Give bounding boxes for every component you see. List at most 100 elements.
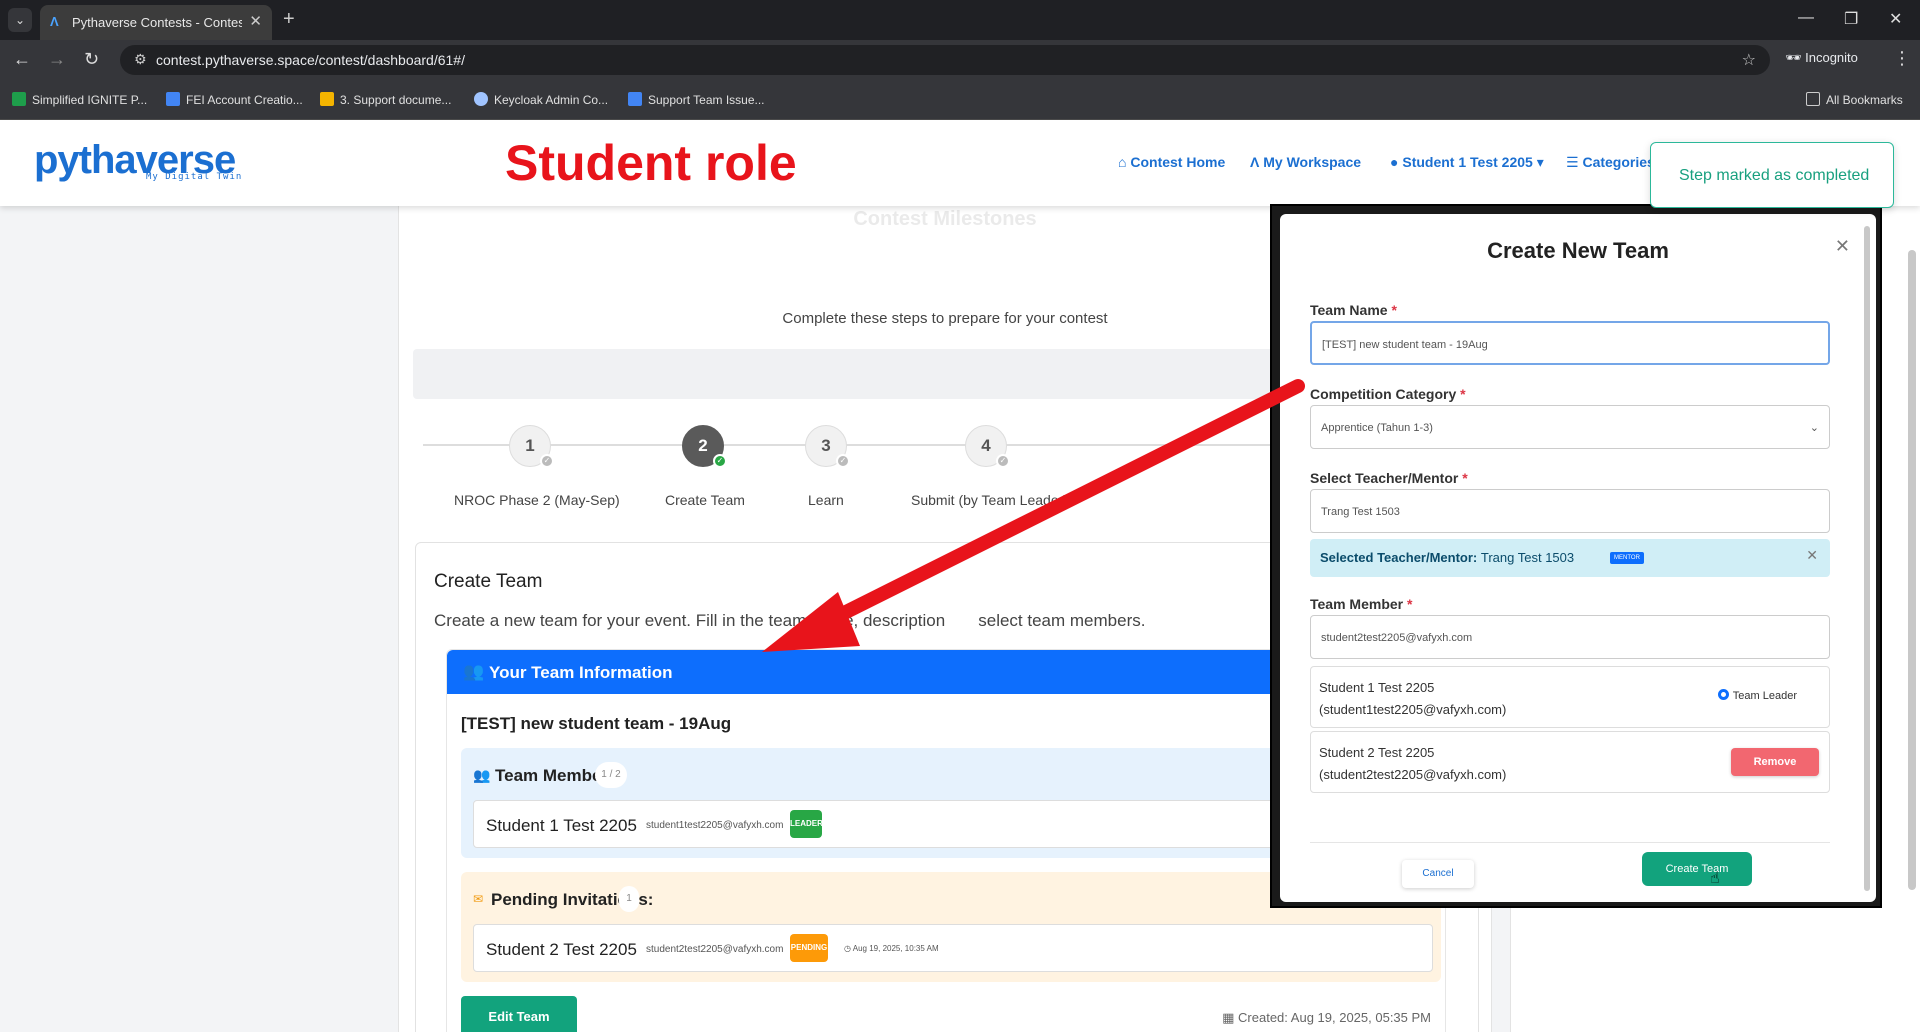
category-select[interactable]: Apprentice (Tahun 1-3) ⌄ (1310, 405, 1830, 449)
pending-count: 1 (619, 886, 639, 912)
site-header: pythaverse My Digital Twin Student role … (0, 120, 1920, 206)
cancel-button[interactable]: Cancel (1402, 860, 1474, 888)
pending-email: student2test2205@vafyxh.com (646, 944, 784, 955)
home-icon: ⌂ (1118, 154, 1127, 170)
incognito-indicator[interactable]: 🕶 Incognito (1785, 50, 1858, 66)
created-date: ▦ Created: Aug 19, 2025, 05:35 PM (1222, 1010, 1431, 1025)
mentor-input[interactable]: Trang Test 1503 (1310, 489, 1830, 533)
check-icon: ✓ (836, 454, 850, 468)
toast-text: Step marked as completed (1679, 167, 1870, 184)
nav-contest-home[interactable]: ⌂ Contest Home (1118, 154, 1225, 170)
nav-my-workspace[interactable]: Λ My Workspace (1250, 154, 1361, 170)
all-bookmarks[interactable]: All Bookmarks (1806, 92, 1903, 107)
step-3[interactable]: 3 ✓ (805, 425, 850, 468)
modal-member-row: Student 2 Test 2205 (student2test2205@vaf… (1310, 731, 1830, 793)
selected-mentor-text: Selected Teacher/Mentor: Trang Test 1503 (1320, 550, 1575, 565)
create-team-description: Create a new team for your event. Fill i… (434, 611, 1146, 630)
create-team-title: Create Team (434, 571, 543, 592)
new-tab-icon[interactable]: + (283, 8, 295, 30)
pending-row: Student 2 Test 2205 student2test2205@vaf… (473, 924, 1433, 972)
create-team-modal: Create New Team ✕ Team Name * [TEST] new… (1280, 214, 1876, 902)
tab-strip: ⌄ Λ Pythaverse Contests - Contest D ✕ + … (0, 0, 1920, 40)
nav-categories[interactable]: ☰ Categories (1566, 154, 1655, 171)
toast-notification: Step marked as completed (1650, 142, 1894, 208)
page-scrollbar[interactable] (1908, 250, 1916, 890)
step-label: Create Team (665, 492, 745, 508)
bookmark-item[interactable]: Simplified IGNITE P... (12, 92, 147, 107)
chevron-down-icon: ⌄ (1809, 422, 1819, 434)
step-2[interactable]: 2 ✓ (682, 425, 727, 468)
bookmark-item[interactable]: Keycloak Admin Co... (474, 92, 608, 107)
step-1[interactable]: 1 ✓ (509, 425, 554, 468)
forward-icon[interactable]: → (48, 49, 66, 70)
address-bar[interactable]: ⚙ contest.pythaverse.space/contest/dashb… (120, 45, 1770, 75)
remove-member-button[interactable]: Remove (1731, 748, 1819, 776)
pending-badge: PENDING (790, 934, 828, 962)
leader-badge: LEADER (790, 810, 823, 838)
calendar-icon: ▦ (1222, 1010, 1235, 1025)
workspace-icon: Λ (1250, 154, 1260, 170)
back-icon[interactable]: ← (13, 49, 31, 70)
bookmark-item[interactable]: FEI Account Creatio... (166, 92, 303, 107)
close-window-icon[interactable]: ✕ (1889, 9, 1902, 29)
docs-icon (166, 92, 180, 106)
close-icon[interactable]: ✕ (1835, 236, 1850, 257)
pending-name: Student 2 Test 2205 (486, 940, 637, 959)
caret-down-icon: ▾ (1536, 154, 1544, 170)
modal-footer-divider (1310, 842, 1830, 843)
bookmark-item[interactable]: Support Team Issue... (628, 92, 765, 107)
radio-selected-icon (1717, 689, 1729, 700)
step-4[interactable]: 4 ✓ (965, 425, 1010, 468)
tab-title: Pythaverse Contests - Contest D (72, 15, 242, 30)
bookmark-item[interactable]: 3. Support docume... (320, 92, 451, 107)
favicon-icon: Λ (50, 14, 59, 29)
list-icon: ☰ (1566, 154, 1579, 170)
envelope-icon: ✉ (473, 892, 484, 906)
pointer-cursor-icon: ☝ (1710, 870, 1720, 887)
sheets-icon (12, 92, 26, 106)
incognito-label: Incognito (1805, 50, 1858, 65)
browser-toolbar: ← → ↻ ⚙ contest.pythaverse.space/contest… (0, 40, 1920, 80)
users-icon: 👥 (463, 662, 485, 681)
members-count: 1 / 2 (595, 762, 627, 788)
modal-scrollbar[interactable] (1864, 226, 1870, 891)
clock-icon: ◷ (844, 944, 851, 953)
edit-team-button[interactable]: Edit Team (461, 996, 577, 1032)
bookmarks-bar: Simplified IGNITE P... FEI Account Creat… (0, 80, 1920, 120)
url-text: contest.pythaverse.space/contest/dashboa… (156, 52, 465, 68)
pending-date: ◷ Aug 19, 2025, 10:35 AM (844, 944, 939, 953)
modal-title: Create New Team (1487, 238, 1669, 263)
step-label: Submit (by Team Leader) (911, 492, 1068, 508)
folder-icon (1806, 92, 1820, 106)
modal-screenshot: Create New Team ✕ Team Name * [TEST] new… (1270, 204, 1882, 908)
team-name-input[interactable]: [TEST] new student team - 19Aug (1310, 321, 1830, 365)
member-name: Student 1 Test 2205 (486, 816, 637, 835)
create-team-button[interactable]: Create Team (1642, 852, 1752, 886)
restore-icon[interactable]: ❐ (1844, 9, 1858, 29)
annotation-title: Student role (505, 135, 797, 191)
team-member-label: Team Member * (1310, 596, 1413, 612)
users-icon: 👥 (473, 767, 491, 783)
page: pythaverse My Digital Twin Student role … (0, 120, 1920, 1032)
category-label: Competition Category * (1310, 386, 1466, 402)
clear-mentor-icon[interactable]: ✕ (1806, 547, 1818, 564)
close-tab-icon[interactable]: ✕ (249, 12, 262, 30)
nav-user-menu[interactable]: ● Student 1 Test 2205 ▾ (1390, 154, 1544, 171)
bookmark-star-icon[interactable]: ☆ (1742, 50, 1756, 70)
reload-icon[interactable]: ↻ (84, 49, 99, 70)
minimize-icon[interactable]: — (1798, 9, 1814, 27)
tab-search-icon[interactable]: ⌄ (8, 8, 32, 32)
drive-icon (320, 92, 334, 106)
team-member-input[interactable]: student2test2205@vafyxh.com (1310, 615, 1830, 659)
site-info-icon[interactable]: ⚙ (134, 51, 147, 68)
menu-icon[interactable]: ⋮ (1893, 48, 1911, 69)
check-icon: ✓ (540, 454, 554, 468)
modal-member-row: Student 1 Test 2205 (student1test2205@vaf… (1310, 666, 1830, 728)
modal-member-info: Student 2 Test 2205 (student2test2205@vaf… (1319, 745, 1507, 782)
team-leader-radio[interactable]: Team Leader (1717, 689, 1797, 702)
modal-member-info: Student 1 Test 2205 (student1test2205@vaf… (1319, 680, 1507, 717)
selected-mentor: Selected Teacher/Mentor: Trang Test 1503… (1310, 539, 1830, 577)
browser-tab[interactable]: Λ Pythaverse Contests - Contest D ✕ (40, 5, 272, 40)
mentor-tag: MENTOR (1610, 552, 1644, 564)
check-icon: ✓ (996, 454, 1010, 468)
